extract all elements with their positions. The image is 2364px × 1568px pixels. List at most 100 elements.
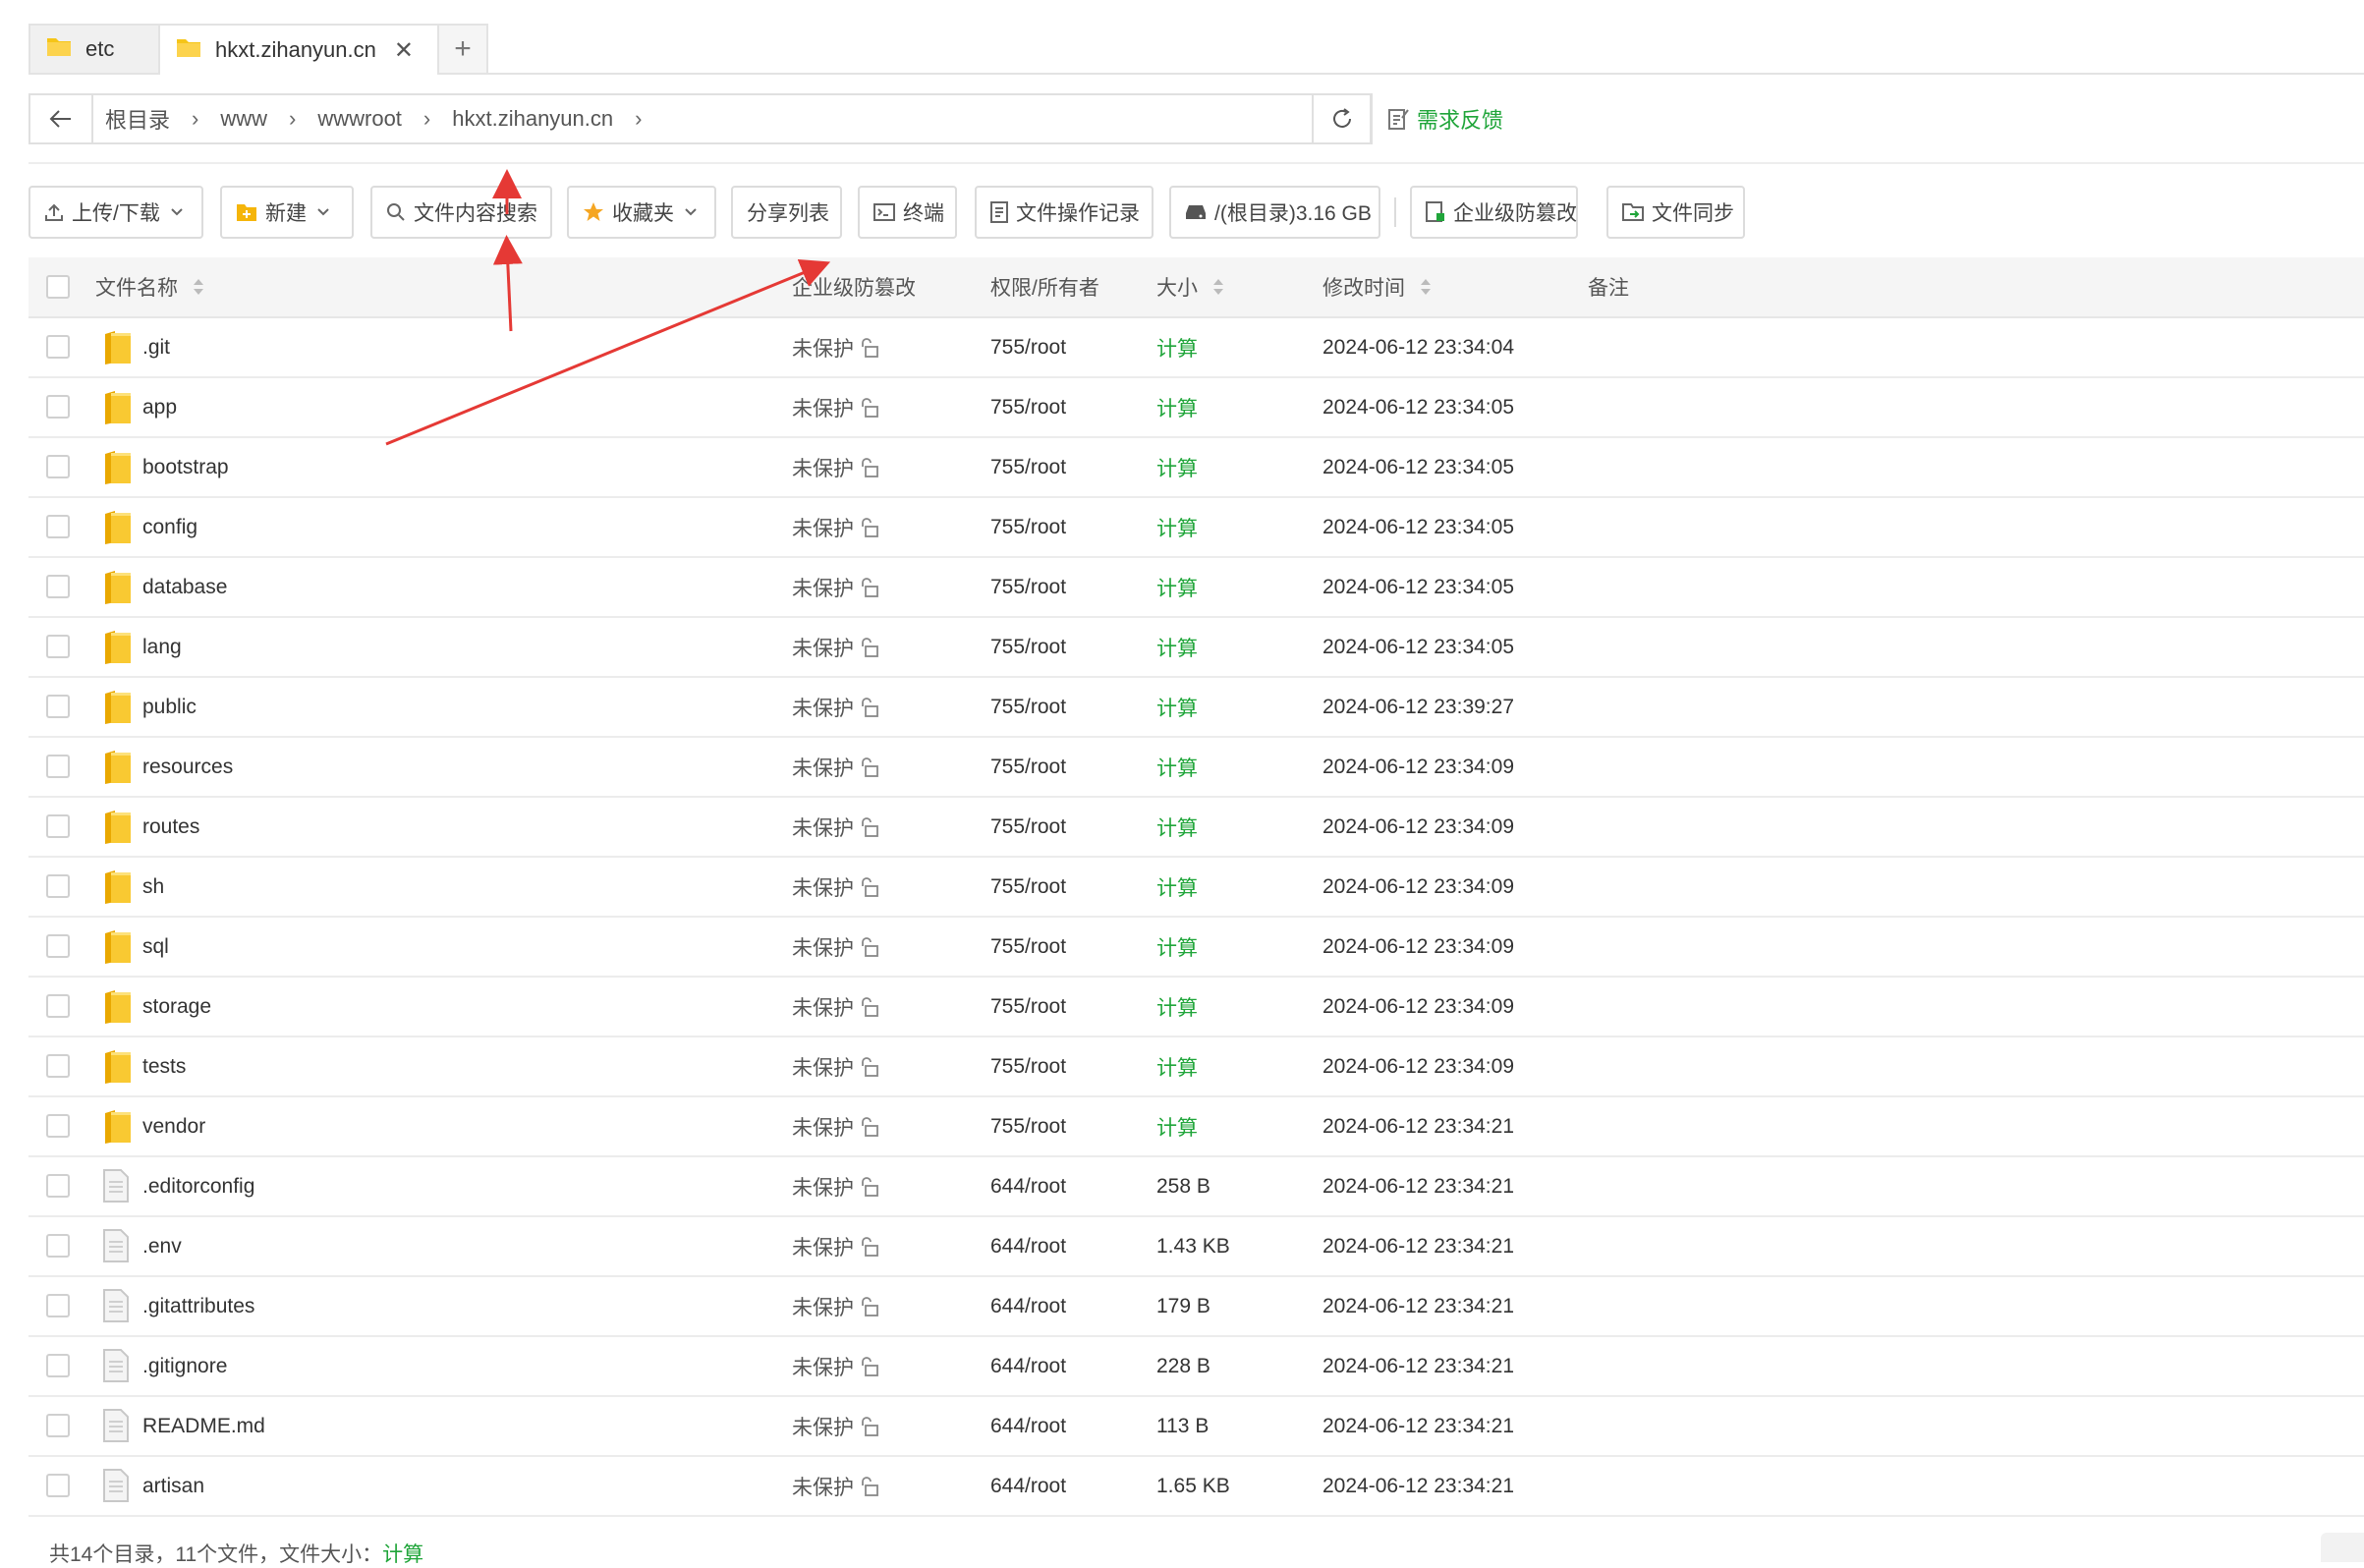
content-search-button[interactable]: 文件内容搜索 (370, 186, 552, 239)
protection-status[interactable]: 未保护 (792, 1217, 879, 1275)
breadcrumb-item[interactable]: www (220, 106, 267, 132)
file-name[interactable]: .gitattributes (142, 1277, 254, 1335)
file-name[interactable]: storage (142, 978, 211, 1036)
calc-size-link[interactable]: 计算 (1156, 1037, 1198, 1095)
row-checkbox[interactable] (46, 1174, 70, 1198)
row-checkbox[interactable] (46, 575, 70, 598)
permission-owner[interactable]: 755/root (990, 918, 1066, 976)
table-row[interactable]: lang 未保护 755/root 计算 2024-06-12 23:34:05 (28, 618, 2364, 678)
calc-size-link[interactable]: 计算 (1156, 678, 1198, 736)
column-name[interactable]: 文件名称 (95, 257, 205, 316)
table-row[interactable]: routes 未保护 755/root 计算 2024-06-12 23:34:09 (28, 798, 2364, 858)
row-checkbox[interactable] (46, 695, 70, 718)
file-name[interactable]: README.md (142, 1397, 265, 1455)
protection-status[interactable]: 未保护 (792, 918, 879, 976)
protection-status[interactable]: 未保护 (792, 558, 879, 616)
close-icon[interactable]: ✕ (394, 36, 414, 65)
file-name[interactable]: tests (142, 1037, 186, 1095)
calc-size-link[interactable]: 计算 (1156, 378, 1198, 436)
table-row[interactable]: storage 未保护 755/root 计算 2024-06-12 23:34:09 (28, 978, 2364, 1037)
file-name[interactable]: .env (142, 1217, 182, 1275)
protection-status[interactable]: 未保护 (792, 738, 879, 796)
calc-size-link[interactable]: 计算 (1156, 438, 1198, 496)
row-checkbox[interactable] (46, 635, 70, 658)
table-row[interactable]: vendor 未保护 755/root 计算 2024-06-12 23:34:21 (28, 1097, 2364, 1157)
permission-owner[interactable]: 644/root (990, 1277, 1066, 1335)
permission-owner[interactable]: 755/root (990, 1037, 1066, 1095)
row-checkbox[interactable] (46, 335, 70, 359)
table-row[interactable]: tests 未保护 755/root 计算 2024-06-12 23:34:09 (28, 1037, 2364, 1097)
file-name[interactable]: sql (142, 918, 169, 976)
select-all-checkbox[interactable] (46, 275, 70, 299)
table-row[interactable]: .editorconfig 未保护 644/root 258 B 2024-06-12 … (28, 1157, 2364, 1217)
protection-status[interactable]: 未保护 (792, 378, 879, 436)
share-list-button[interactable]: 分享列表 (731, 186, 842, 239)
new-button[interactable]: 新建 (220, 186, 354, 239)
file-name[interactable]: .git (142, 318, 170, 376)
table-row[interactable]: .gitattributes 未保护 644/root 179 B 2024-06-12… (28, 1277, 2364, 1337)
sort-icon[interactable] (192, 276, 205, 298)
row-checkbox[interactable] (46, 1414, 70, 1437)
back-button[interactable] (30, 95, 93, 142)
protection-status[interactable]: 未保护 (792, 618, 879, 676)
file-name[interactable]: artisan (142, 1457, 204, 1515)
table-row[interactable]: sql 未保护 755/root 计算 2024-06-12 23:34:09 (28, 918, 2364, 978)
file-name[interactable]: routes (142, 798, 199, 856)
calc-total-size-link[interactable]: 计算 (382, 1543, 423, 1566)
calc-size-link[interactable]: 计算 (1156, 798, 1198, 856)
protection-status[interactable]: 未保护 (792, 1397, 879, 1455)
table-row[interactable]: .git 未保护 755/root 计算 2024-06-12 23:34:04 (28, 318, 2364, 378)
file-name[interactable]: bootstrap (142, 438, 229, 496)
breadcrumb-item[interactable]: wwwroot (317, 106, 402, 132)
row-checkbox[interactable] (46, 814, 70, 838)
permission-owner[interactable]: 644/root (990, 1217, 1066, 1275)
protection-status[interactable]: 未保护 (792, 1097, 879, 1155)
tab-hkxt[interactable]: hkxt.zihanyun.cn ✕ (158, 24, 439, 75)
calc-size-link[interactable]: 计算 (1156, 618, 1198, 676)
row-checkbox[interactable] (46, 1474, 70, 1497)
protection-status[interactable]: 未保护 (792, 1337, 879, 1395)
table-row[interactable]: sh 未保护 755/root 计算 2024-06-12 23:34:09 (28, 858, 2364, 918)
table-row[interactable]: config 未保护 755/root 计算 2024-06-12 23:34:05 (28, 498, 2364, 558)
table-row[interactable]: public 未保护 755/root 计算 2024-06-12 23:39:27 (28, 678, 2364, 738)
row-checkbox[interactable] (46, 994, 70, 1018)
file-name[interactable]: resources (142, 738, 233, 796)
permission-owner[interactable]: 644/root (990, 1157, 1066, 1215)
file-name[interactable]: vendor (142, 1097, 205, 1155)
table-row[interactable]: app 未保护 755/root 计算 2024-06-12 23:34:05 (28, 378, 2364, 438)
row-checkbox[interactable] (46, 874, 70, 898)
table-row[interactable]: bootstrap 未保护 755/root 计算 2024-06-12 23:34:0… (28, 438, 2364, 498)
permission-owner[interactable]: 755/root (990, 378, 1066, 436)
permission-owner[interactable]: 755/root (990, 438, 1066, 496)
upload-download-button[interactable]: 上传/下载 (28, 186, 203, 239)
file-name[interactable]: lang (142, 618, 182, 676)
file-name[interactable]: config (142, 498, 197, 556)
file-name[interactable]: public (142, 678, 197, 736)
protection-status[interactable]: 未保护 (792, 858, 879, 916)
breadcrumb-item[interactable]: 根目录 (105, 103, 170, 135)
breadcrumb-item[interactable]: hkxt.zihanyun.cn (452, 106, 613, 132)
feedback-link[interactable]: 需求反馈 (1387, 102, 1503, 136)
column-size[interactable]: 大小 (1156, 257, 1225, 316)
row-checkbox[interactable] (46, 1234, 70, 1258)
file-name[interactable]: app (142, 378, 177, 436)
permission-owner[interactable]: 644/root (990, 1397, 1066, 1455)
row-checkbox[interactable] (46, 1294, 70, 1317)
permission-owner[interactable]: 644/root (990, 1337, 1066, 1395)
permission-owner[interactable]: 755/root (990, 678, 1066, 736)
row-checkbox[interactable] (46, 1054, 70, 1078)
calc-size-link[interactable]: 计算 (1156, 918, 1198, 976)
permission-owner[interactable]: 755/root (990, 738, 1066, 796)
row-checkbox[interactable] (46, 395, 70, 419)
row-checkbox[interactable] (46, 455, 70, 478)
calc-size-link[interactable]: 计算 (1156, 978, 1198, 1036)
terminal-button[interactable]: 终端 (858, 186, 957, 239)
table-row[interactable]: artisan 未保护 644/root 1.65 KB 2024-06-12 23:3… (28, 1457, 2364, 1517)
file-name[interactable]: .gitignore (142, 1337, 227, 1395)
add-tab-button[interactable]: + (437, 24, 488, 73)
calc-size-link[interactable]: 计算 (1156, 318, 1198, 376)
permission-owner[interactable]: 755/root (990, 318, 1066, 376)
refresh-button[interactable] (1312, 93, 1373, 144)
protection-status[interactable]: 未保护 (792, 318, 879, 376)
protection-status[interactable]: 未保护 (792, 498, 879, 556)
